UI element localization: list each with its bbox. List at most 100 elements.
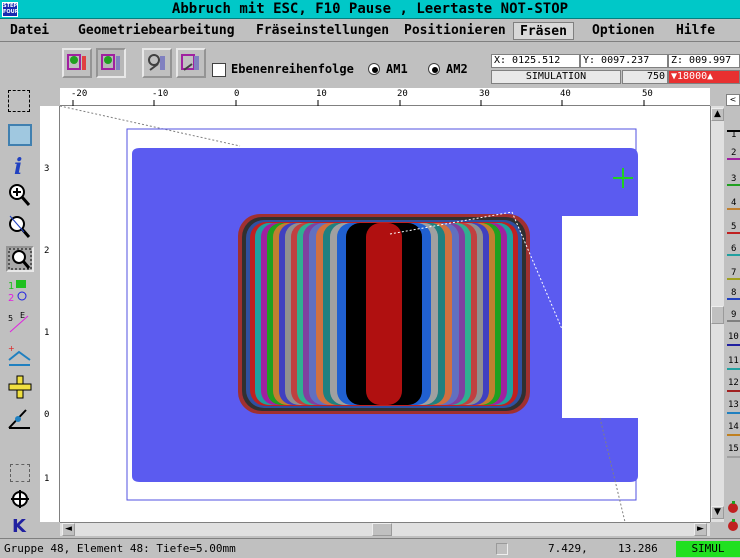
ruler-label: 20 (397, 89, 408, 99)
recess-wall (550, 216, 562, 418)
recess-area (550, 216, 638, 418)
svg-text:1: 1 (8, 281, 14, 292)
svg-text:i: i (14, 154, 22, 178)
zoom-all-button[interactable] (6, 246, 34, 272)
left-toolbar: i 12 5E + K (0, 88, 40, 538)
probe-icon (148, 54, 165, 71)
apple-icon-shape (728, 501, 738, 513)
crosshair-icon (8, 375, 32, 399)
apple-icon[interactable] (727, 516, 740, 531)
sequence-icon: 5E (8, 311, 29, 333)
tool-number[interactable]: 11 (728, 356, 739, 366)
ruler-label: 3 (44, 164, 50, 174)
apple-icon[interactable] (727, 498, 740, 513)
ruler-label: 50 (642, 89, 653, 99)
ruler-label: 2 (44, 246, 50, 256)
tool-number[interactable]: 13 (728, 400, 739, 410)
status-y: 13.286 (618, 542, 658, 555)
menu-fraeseinstellungen[interactable]: Fräseinstellungen (250, 22, 395, 40)
horizontal-scrollbar[interactable]: ◄ ► (60, 522, 710, 536)
tool-number[interactable]: 3 (731, 174, 740, 184)
tool-select-icon (67, 54, 86, 70)
tool-number[interactable]: 2 (731, 148, 740, 158)
tool-number[interactable]: 14 (728, 422, 739, 432)
tool-number[interactable]: 1 (731, 130, 740, 140)
x-coordinate: X: 0125.512 (491, 54, 580, 68)
tool-list-panel: < 1 2 3 4 5 6 7 8 9 10 11 12 13 14 15 (724, 88, 740, 536)
frame-button[interactable] (6, 122, 34, 148)
ruler-label: -20 (71, 89, 88, 99)
ebenenreihenfolge-checkbox[interactable] (212, 63, 226, 77)
rpm-display[interactable]: ▼18000▲ (668, 70, 740, 84)
horizontal-ruler: -20 -10 0 10 20 30 40 50 (60, 88, 710, 106)
am1-radio[interactable] (368, 63, 380, 75)
tool-probe-button-2[interactable] (176, 48, 206, 78)
profile-button[interactable]: + (6, 342, 34, 368)
speed-display: 750 (622, 70, 668, 84)
zoom-window-icon (9, 215, 31, 238)
tool-number[interactable]: 5 (731, 222, 740, 232)
zoom-in-button[interactable] (6, 182, 34, 208)
svg-text:+: + (8, 344, 15, 353)
panel-collapse-button[interactable]: < (726, 94, 740, 106)
probe-icon (181, 54, 199, 71)
scroll-left-button[interactable]: ◄ (62, 523, 75, 536)
select-rect-icon[interactable] (8, 90, 30, 112)
axes-icon (8, 409, 30, 429)
z-coordinate: Z: 009.997 (668, 54, 740, 68)
milling-canvas[interactable] (60, 106, 710, 522)
layer-order-button[interactable]: 12 (6, 278, 34, 304)
ruler-label: 0 (234, 89, 240, 99)
target-icon (11, 490, 29, 508)
y-coordinate: Y: 0097.237 (580, 54, 668, 68)
tool-number[interactable]: 12 (728, 378, 739, 388)
toolpath-stripes (238, 214, 530, 414)
tool-probe-button-1[interactable] (142, 48, 172, 78)
menu-bar: Datei Geometriebearbeitung Fräseinstellu… (0, 20, 740, 42)
profile-icon: + (8, 344, 31, 366)
svg-text:K: K (12, 516, 27, 536)
scroll-down-button[interactable]: ▼ (711, 506, 724, 519)
info-icon: i (14, 154, 22, 180)
menu-datei[interactable]: Datei (4, 22, 55, 40)
menu-optionen[interactable]: Optionen (586, 22, 661, 40)
status-info: Gruppe 48, Element 48: Tiefe=5.00mm (4, 542, 236, 555)
am2-radio[interactable] (428, 63, 440, 75)
window-title: Abbruch mit ESC, F10 Pause , Leertaste N… (171, 1, 569, 17)
tool-select-button-2[interactable] (96, 48, 126, 78)
tool-number[interactable]: 7 (731, 268, 740, 278)
center-button[interactable] (6, 486, 34, 512)
origin-button[interactable] (6, 374, 34, 400)
info-button[interactable]: i (6, 152, 34, 180)
tool-select-button-1[interactable] (62, 48, 92, 78)
scroll-thumb[interactable] (711, 306, 724, 324)
vertical-scrollbar[interactable]: ▲ ▼ (710, 106, 724, 522)
menu-geometriebearbeitung[interactable]: Geometriebearbeitung (72, 22, 241, 40)
k-button[interactable]: K (6, 512, 34, 538)
zoom-window-button[interactable] (6, 214, 34, 240)
scroll-up-button[interactable]: ▲ (711, 108, 724, 121)
vertical-ruler: 3 2 1 0 1 (40, 106, 60, 522)
status-bar: Gruppe 48, Element 48: Tiefe=5.00mm 7.42… (0, 538, 740, 558)
axes-button[interactable] (6, 406, 34, 432)
k-icon: K (12, 516, 27, 537)
menu-fraesen[interactable]: Fräsen (513, 22, 574, 40)
tool-number[interactable]: 15 (728, 444, 739, 454)
menu-hilfe[interactable]: Hilfe (670, 22, 721, 40)
sequence-button[interactable]: 5E (6, 310, 34, 336)
am1-label: AM1 (386, 62, 408, 76)
scroll-right-button[interactable]: ► (694, 523, 707, 536)
menu-positionieren[interactable]: Positionieren (398, 22, 512, 40)
guide-line (60, 106, 241, 147)
am2-label: AM2 (446, 62, 468, 76)
tool-number[interactable]: 4 (731, 198, 740, 208)
ruler-label: 10 (316, 89, 327, 99)
tool-number[interactable]: 6 (731, 244, 740, 254)
tool-number[interactable]: 9 (731, 310, 740, 320)
grid-toggle-button[interactable] (10, 464, 30, 482)
tool-number[interactable]: 10 (728, 332, 739, 342)
ruler-label: 1 (44, 328, 50, 338)
tool-select-icon (101, 54, 120, 70)
scroll-thumb[interactable] (372, 523, 392, 536)
tool-number[interactable]: 8 (731, 288, 740, 298)
